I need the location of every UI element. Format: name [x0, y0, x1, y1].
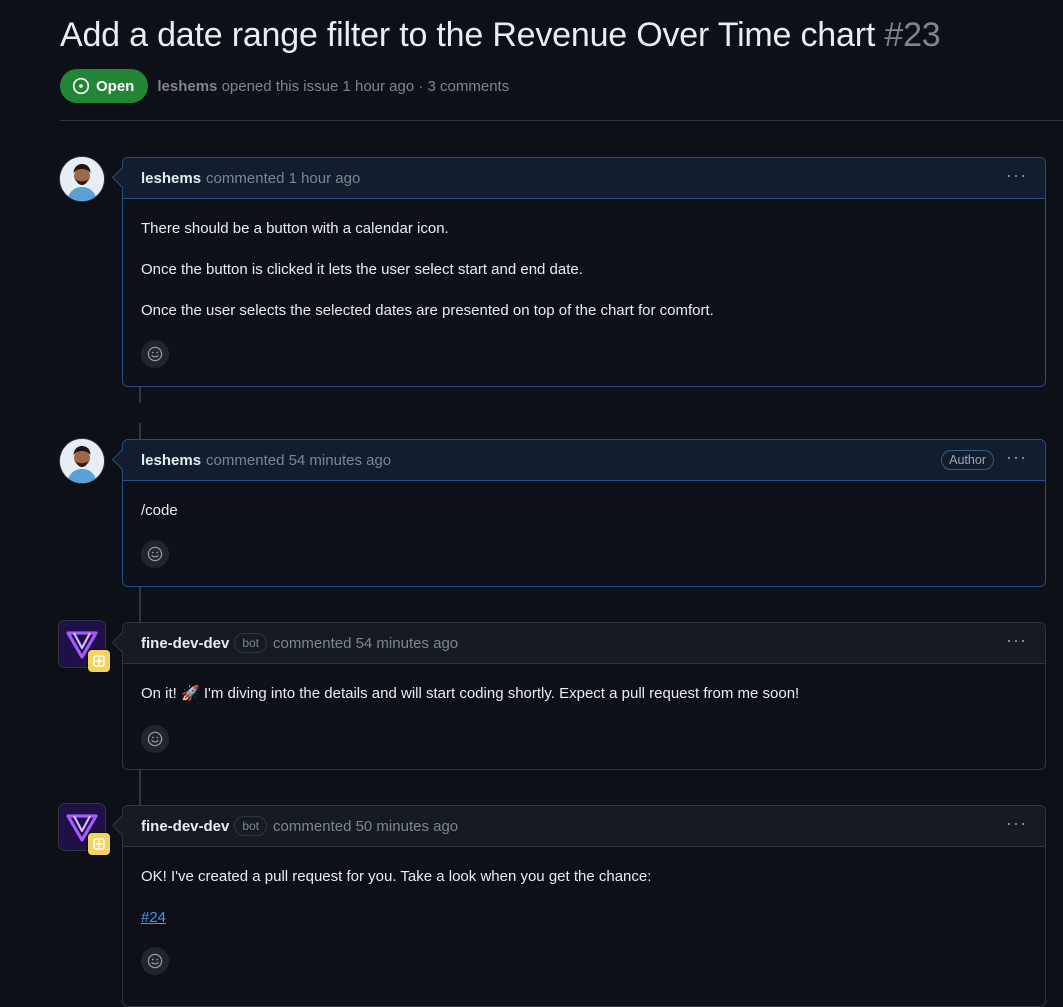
comment-author-link[interactable]: leshems — [141, 170, 201, 187]
app-badge-icon — [87, 832, 111, 856]
smiley-icon — [147, 546, 163, 562]
comment-author-link[interactable]: fine-dev-dev — [141, 635, 229, 652]
comment-paragraph: Once the button is clicked it lets the u… — [141, 261, 583, 278]
issue-title: Add a date range filter to the Revenue O… — [60, 16, 941, 55]
bot-label: bot — [234, 816, 268, 836]
issue-meta-text: leshems opened this issue 1 hour ago · 3… — [157, 78, 509, 95]
comment-paragraph: On it! 🚀 I'm diving into the details and… — [141, 685, 800, 702]
issue-title-text: Add a date range filter to the Revenue O… — [60, 16, 876, 54]
comment-options-icon[interactable]: ··· — [1006, 166, 1027, 186]
issue-number: #23 — [884, 16, 941, 54]
app-badge-icon — [87, 649, 111, 673]
comment-timestamp[interactable]: commented 1 hour ago — [206, 170, 360, 187]
comment-body: OK! I've created a pull request for you.… — [123, 847, 1045, 975]
comment-paragraph: #24 — [141, 908, 1027, 927]
smiley-icon — [147, 953, 163, 969]
author-label: Author — [941, 450, 995, 470]
comment-timestamp[interactable]: commented 54 minutes ago — [206, 452, 391, 469]
comment-timestamp[interactable]: commented 54 minutes ago — [273, 635, 458, 652]
comment-options-icon[interactable]: ··· — [1006, 814, 1027, 834]
comment-paragraph: Once the user selects the selected dates… — [141, 302, 714, 319]
avatar[interactable] — [60, 439, 104, 483]
comment-header: fine-dev-dev bot commented 50 minutes ag… — [123, 806, 1045, 847]
comment-card: fine-dev-dev bot commented 50 minutes ag… — [111, 805, 1046, 1007]
status-badge: Open — [60, 69, 149, 103]
timeline-connector — [139, 423, 141, 440]
comment-card: fine-dev-dev bot commented 54 minutes ag… — [111, 622, 1046, 770]
add-reaction-button[interactable] — [141, 725, 169, 753]
timeline-connector — [139, 770, 141, 806]
issue-opened-icon — [72, 77, 90, 95]
timeline-connector — [139, 587, 141, 623]
comment-body: On it! 🚀 I'm diving into the details and… — [123, 664, 1045, 753]
add-reaction-button[interactable] — [141, 340, 169, 368]
comment-author-link[interactable]: leshems — [141, 452, 201, 469]
pull-request-link[interactable]: #24 — [141, 909, 166, 926]
issue-opened-text: opened this issue 1 hour ago · 3 comment… — [221, 77, 510, 95]
comment-body: There should be a button with a calendar… — [123, 199, 1045, 368]
comment-card: leshems commented 54 minutes ago Author … — [111, 439, 1046, 587]
add-reaction-button[interactable] — [141, 947, 169, 975]
comment-options-icon[interactable]: ··· — [1006, 631, 1027, 651]
comment-header: fine-dev-dev bot commented 54 minutes ag… — [123, 623, 1045, 664]
comment-paragraph: /code — [141, 502, 178, 519]
smiley-icon — [147, 731, 163, 747]
comment-author-link[interactable]: fine-dev-dev — [141, 818, 229, 835]
issue-author-link[interactable]: leshems — [157, 78, 217, 95]
comment-header: leshems commented 54 minutes ago Author … — [123, 440, 1045, 481]
comment-paragraph: There should be a button with a calendar… — [141, 220, 449, 237]
comment-options-icon[interactable]: ··· — [1006, 448, 1027, 468]
header-divider — [60, 120, 1063, 121]
comment-timestamp[interactable]: commented 50 minutes ago — [273, 818, 458, 835]
comment-paragraph: OK! I've created a pull request for you.… — [141, 868, 652, 885]
issue-meta: Open leshems opened this issue 1 hour ag… — [60, 69, 509, 103]
add-reaction-button[interactable] — [141, 540, 169, 568]
status-label: Open — [96, 77, 135, 95]
avatar[interactable] — [60, 157, 104, 201]
comment-header: leshems commented 1 hour ago ··· — [123, 158, 1045, 199]
comment-body: /code — [123, 481, 1045, 568]
bot-label: bot — [234, 633, 268, 653]
timeline-connector — [139, 387, 141, 403]
bot-avatar[interactable] — [59, 621, 111, 673]
smiley-icon — [147, 346, 163, 362]
bot-avatar[interactable] — [59, 804, 111, 856]
comment-card: leshems commented 1 hour ago ··· There s… — [111, 157, 1046, 387]
